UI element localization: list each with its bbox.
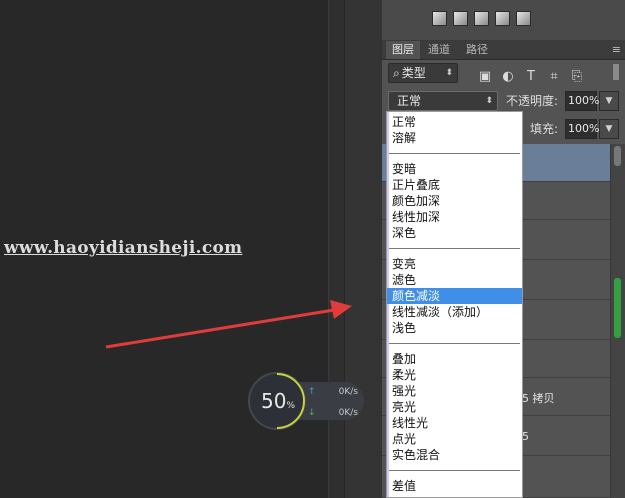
blend-mode-option[interactable]: 变暗: [387, 161, 522, 177]
menu-separator: [389, 248, 520, 249]
panel-header-strip: [382, 0, 625, 41]
blend-mode-select[interactable]: 正常 ⬍: [388, 91, 498, 111]
fill-dropdown-button[interactable]: ▼: [599, 119, 619, 139]
filter-kind-select[interactable]: ⌕ 类型 ⬍: [388, 63, 458, 83]
blend-mode-option[interactable]: 深色: [387, 225, 522, 241]
adjustment-filter-icon[interactable]: ◐: [501, 70, 515, 84]
blend-mode-option[interactable]: 线性减淡（添加）: [387, 304, 522, 320]
scrollbar-thumb[interactable]: [614, 278, 621, 338]
blend-mode-option[interactable]: 变亮: [387, 256, 522, 272]
blend-mode-option[interactable]: 点光: [387, 431, 522, 447]
blend-mode-option[interactable]: 叠加: [387, 351, 522, 367]
blend-row: 正常 ⬍ 不透明度: 100% ▼: [382, 89, 625, 113]
filter-icons: ▣ ◐ T ⌗ ⎘: [478, 65, 593, 84]
layer-name: 5 拷贝: [522, 392, 555, 405]
upload-arrow-icon: ↑: [308, 387, 316, 397]
blend-mode-option[interactable]: 差值: [387, 478, 522, 494]
text-filter-icon[interactable]: T: [524, 70, 538, 84]
panel-menu-icon[interactable]: ≡: [612, 41, 621, 59]
tab-paths[interactable]: 路径: [460, 41, 494, 59]
curves-icon[interactable]: [474, 11, 489, 26]
search-icon: ⌕: [393, 66, 400, 80]
blend-mode-option[interactable]: 浅色: [387, 320, 522, 336]
blend-mode-menu: 正常 溶解变暗 正片叠底 颜色加深 线性加深 深色变亮 滤色 颜色减淡 线性减淡（添加） 浅色叠加…: [386, 111, 523, 498]
blend-mode-option[interactable]: 亮光: [387, 399, 522, 415]
channel-mixer-icon[interactable]: [495, 11, 510, 26]
blend-mode-option[interactable]: 柔光: [387, 367, 522, 383]
menu-separator: [389, 153, 520, 154]
blend-mode-option[interactable]: 颜色加深: [387, 193, 522, 209]
memory-usage-percent: 50%: [260, 389, 295, 413]
opacity-input[interactable]: 100%: [565, 91, 599, 111]
blend-mode-option[interactable]: 实色混合: [387, 447, 522, 463]
fill-input[interactable]: 100%: [565, 119, 599, 139]
scrollbar-top: [614, 146, 621, 166]
layer-name: 5: [522, 430, 529, 443]
tab-layers[interactable]: 图层: [386, 41, 420, 59]
network-speed-widget[interactable]: 50% ↑ 0K/s ↓ 0K/s: [248, 372, 364, 430]
blend-mode-option[interactable]: 正常: [387, 114, 522, 130]
shape-filter-icon[interactable]: ⌗: [547, 70, 561, 84]
filter-toggle-switch[interactable]: [613, 64, 619, 80]
download-arrow-icon: ↓: [308, 408, 316, 418]
vibrance-icon[interactable]: [432, 11, 447, 26]
menu-separator: [389, 343, 520, 344]
arrow-head: [330, 300, 352, 319]
blend-mode-option[interactable]: 溶解: [387, 130, 522, 146]
black-white-icon[interactable]: [516, 11, 531, 26]
smart-object-filter-icon[interactable]: ⎘: [570, 70, 584, 84]
menu-separator: [389, 470, 520, 471]
opacity-label: 不透明度:: [506, 94, 559, 108]
arrow-shaft: [105, 308, 335, 349]
tab-channels[interactable]: 通道: [422, 41, 456, 59]
fill-label: 填充:: [530, 122, 559, 136]
opacity-dropdown-button[interactable]: ▼: [599, 91, 619, 111]
blend-mode-option[interactable]: 颜色减淡: [387, 288, 522, 304]
blend-mode-option[interactable]: 强光: [387, 383, 522, 399]
blend-mode-option[interactable]: 线性光: [387, 415, 522, 431]
layers-scrollbar[interactable]: [610, 144, 625, 498]
blend-mode-option[interactable]: 正片叠底: [387, 177, 522, 193]
image-filter-icon[interactable]: ▣: [478, 70, 492, 84]
blend-mode-option[interactable]: 线性加深: [387, 209, 522, 225]
chevron-updown-icon: ⬍: [485, 96, 493, 106]
chevron-updown-icon: ⬍: [445, 68, 453, 78]
adjustment-icons: [432, 11, 537, 27]
gradient-map-icon[interactable]: [453, 11, 468, 26]
blend-mode-option[interactable]: 滤色: [387, 272, 522, 288]
layer-filter-row: ⌕ 类型 ⬍ ▣ ◐ T ⌗ ⎘: [382, 60, 625, 88]
panel-tabbar: 图层 通道 路径 ≡: [382, 41, 625, 60]
